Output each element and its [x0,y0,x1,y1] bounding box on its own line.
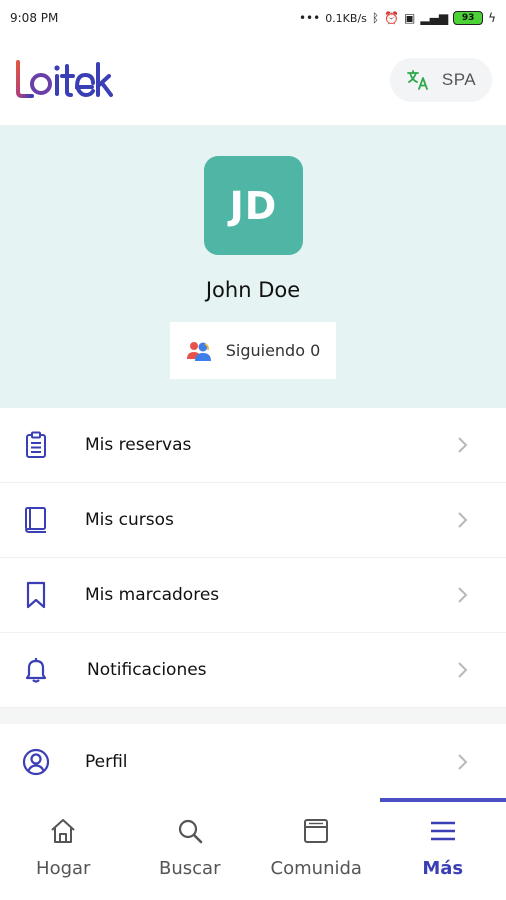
calendar-window-icon [301,816,331,846]
search-icon [175,816,205,846]
menu-item-mis-cursos[interactable]: Mis cursos [0,483,506,558]
menu-item-label: Mis cursos [85,510,174,530]
status-indicators: ••• 0.1KB/s ᛒ ⏰ ▣ ▂▄▆ 93 ϟ [299,11,496,25]
alarm-icon: ⏰ [384,11,400,25]
bluetooth-icon: ᛒ [371,11,380,25]
avatar[interactable]: JD [204,156,303,255]
home-icon [48,816,78,846]
menu-item-label: Mis marcadores [85,585,220,605]
bottom-nav: Hogar Buscar Comunida Más [0,798,506,900]
tab-label: Buscar [159,858,221,879]
tab-mas[interactable]: Más [379,798,506,900]
screen: 9:08 PM ••• 0.1KB/s ᛒ ⏰ ▣ ▂▄▆ 93 ϟ SPA J… [0,0,506,900]
screen-icon: ▣ [404,11,416,25]
tab-label: Comunida [270,858,362,879]
battery-icon: 93 [453,11,484,25]
tab-comunida[interactable]: Comunida [253,798,380,900]
loitek-logo [16,60,113,98]
profile-banner: JD John Doe Siguiendo 0 [0,126,506,408]
menu-item-label: Notificaciones [87,660,207,680]
menu-item-mis-marcadores[interactable]: Mis marcadores [0,558,506,633]
chevron-right-icon [458,753,468,770]
menu-item-notificaciones[interactable]: Notificaciones [0,633,506,708]
charging-icon: ϟ [488,11,496,25]
tab-label: Más [422,858,464,879]
language-label: SPA [441,70,477,89]
app-header: SPA [0,36,506,126]
tab-buscar[interactable]: Buscar [127,798,254,900]
following-button[interactable]: Siguiendo 0 [170,322,336,379]
translate-icon [406,70,428,90]
menu-item-label: Mis reservas [85,435,192,455]
user-name: John Doe [205,278,301,302]
language-button[interactable]: SPA [390,58,492,102]
following-label: Siguiendo 0 [225,341,321,360]
menu-list: Mis reservas Mis cursos Mis marcadores N… [0,408,506,799]
people-icon [186,341,211,361]
book-icon [22,506,50,534]
chevron-right-icon [458,437,468,453]
menu-item-perfil[interactable]: Perfil [0,724,506,799]
user-circle-icon [22,748,50,776]
chevron-right-icon [458,512,468,528]
menu-item-label: Perfil [85,751,128,772]
tab-label: Hogar [36,858,91,879]
menu-icon [428,816,458,846]
status-bar: 9:08 PM ••• 0.1KB/s ᛒ ⏰ ▣ ▂▄▆ 93 ϟ [0,0,506,36]
bookmark-icon [22,581,50,609]
clipboard-icon [22,431,50,459]
chevron-right-icon [458,662,468,678]
chevron-right-icon [458,587,468,603]
status-time: 9:08 PM [10,11,59,25]
menu-section-divider [0,708,506,724]
net-speed: 0.1KB/s [325,11,367,25]
more-dots-icon: ••• [298,11,321,25]
menu-item-mis-reservas[interactable]: Mis reservas [0,408,506,483]
signal-icon: ▂▄▆ [420,11,449,25]
bell-icon [22,656,50,684]
tab-hogar[interactable]: Hogar [0,798,127,900]
